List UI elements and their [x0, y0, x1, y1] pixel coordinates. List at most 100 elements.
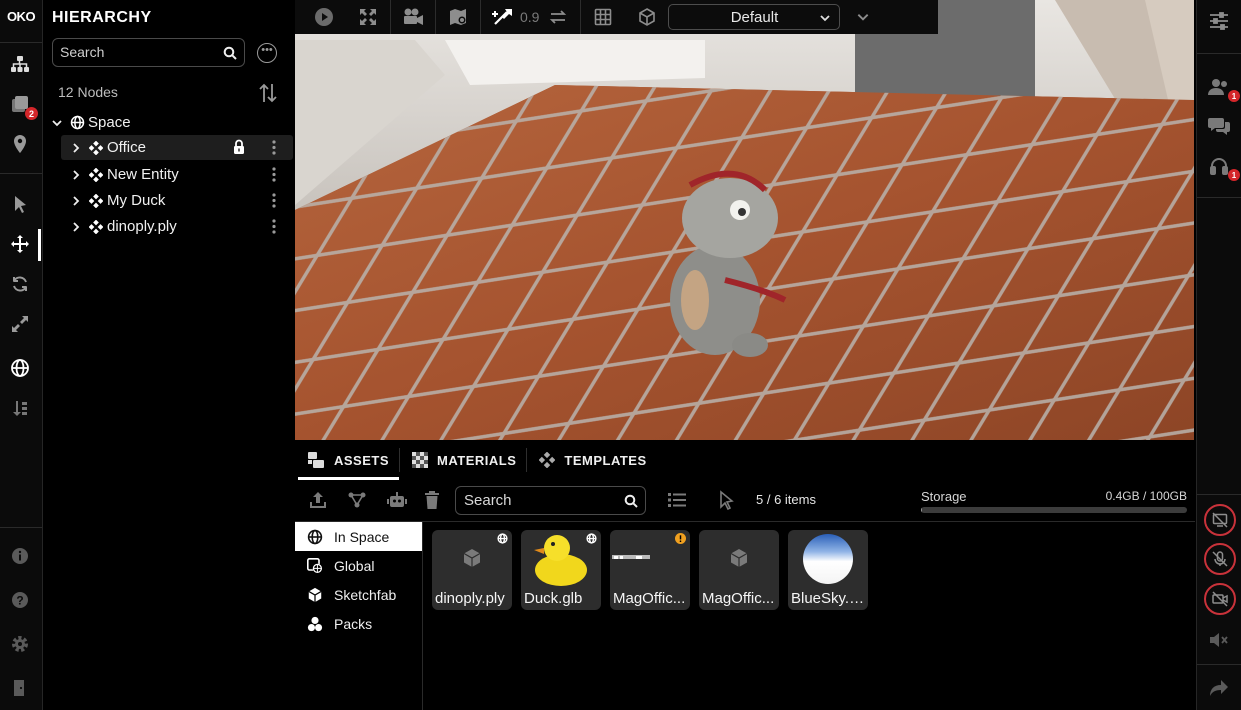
panel-title: HIERARCHY	[52, 9, 152, 26]
tab-templates[interactable]: TEMPLATES	[527, 440, 656, 480]
chevron-down-icon[interactable]	[50, 116, 64, 130]
tab-label: TEMPLATES	[564, 452, 647, 468]
fullscreen-icon[interactable]	[355, 4, 381, 30]
settings-icon[interactable]	[5, 629, 35, 659]
list-view-icon[interactable]	[667, 490, 687, 510]
screen-share-off-icon[interactable]	[1204, 504, 1236, 536]
storage-label: Storage	[921, 489, 967, 504]
grid-icon[interactable]	[590, 4, 616, 30]
sort-icon[interactable]	[5, 393, 35, 423]
asset-card[interactable]: BlueSky.gl...	[788, 530, 868, 610]
storage-value: 0.4GB / 100GB	[1105, 489, 1187, 503]
asset-card[interactable]: Duck.glb	[521, 530, 601, 610]
warning-icon	[675, 533, 686, 544]
hierarchy-search-input[interactable]	[60, 44, 210, 60]
node-graph-icon[interactable]	[347, 490, 367, 510]
chat-icon[interactable]	[1204, 111, 1234, 141]
kebab-menu-icon[interactable]	[272, 140, 276, 155]
tab-materials[interactable]: MATERIALS	[400, 440, 526, 480]
asset-card[interactable]: MagOffic...	[610, 530, 690, 610]
node-count: 12 Nodes	[58, 84, 118, 100]
tree-node-label: My Duck	[107, 192, 166, 209]
asset-search[interactable]	[455, 486, 646, 515]
asset-name: BlueSky.gl...	[791, 590, 866, 607]
box-icon	[306, 586, 323, 603]
asset-card[interactable]: MagOffic...	[699, 530, 779, 610]
asset-name: MagOffic...	[613, 590, 686, 607]
kebab-menu-icon[interactable]	[272, 193, 276, 208]
sort-toggle-icon[interactable]	[258, 82, 278, 104]
upload-icon[interactable]	[308, 490, 328, 510]
right-rail: 1 1	[1196, 0, 1241, 710]
scope-global[interactable]: Global	[295, 551, 422, 580]
tree-node-new-entity[interactable]: New Entity	[61, 162, 293, 187]
hierarchy-icon[interactable]	[5, 49, 35, 79]
mic-off-icon[interactable]	[1204, 543, 1236, 575]
kebab-menu-icon[interactable]	[272, 167, 276, 182]
entity-icon	[88, 193, 104, 209]
help-icon[interactable]: ?	[5, 585, 35, 615]
search-icon	[624, 494, 638, 508]
robot-icon[interactable]	[387, 490, 407, 510]
tree-node-dinoply[interactable]: dinoply.ply	[61, 214, 293, 239]
users-badge: 1	[1228, 90, 1240, 102]
map-marker-icon[interactable]	[445, 4, 471, 30]
globe-icon	[586, 533, 597, 544]
asset-scope-list: In Space Global Sketchfab Packs	[295, 522, 423, 710]
play-icon[interactable]	[311, 4, 337, 30]
scene-viewport[interactable]	[295, 0, 1194, 440]
hierarchy-search[interactable]	[52, 38, 245, 67]
snap-value[interactable]: 0.9	[520, 9, 539, 25]
asset-search-input[interactable]	[464, 492, 614, 509]
move-icon[interactable]	[5, 229, 35, 259]
camera-off-icon[interactable]	[1204, 583, 1236, 615]
tree-node-my-duck[interactable]: My Duck	[61, 188, 293, 213]
kebab-menu-icon[interactable]	[272, 219, 276, 234]
globe-icon[interactable]	[5, 353, 35, 383]
lock-icon[interactable]	[233, 139, 245, 154]
share-arrow-icon[interactable]	[1204, 673, 1234, 703]
toolbar-divider	[480, 0, 481, 34]
hierarchy-panel: HIERARCHY ••• 12 Nodes Space Office	[44, 0, 295, 710]
view-preset-value: Default	[730, 8, 779, 26]
pointer-icon[interactable]	[5, 189, 35, 219]
cube-icon[interactable]	[634, 4, 660, 30]
tree-node-label: Office	[107, 139, 146, 156]
tab-assets[interactable]: ASSETS	[295, 440, 400, 480]
packs-icon	[306, 615, 323, 632]
active-tool-indicator	[38, 229, 41, 261]
camera-icon[interactable]	[400, 4, 426, 30]
scope-packs[interactable]: Packs	[295, 609, 422, 638]
storage-bar-fill	[921, 507, 923, 513]
rail-divider	[1197, 494, 1241, 495]
globe-icon	[69, 115, 85, 131]
scale-icon[interactable]	[5, 309, 35, 339]
map-pin-icon[interactable]	[5, 129, 35, 159]
view-preset-select[interactable]: Default	[668, 4, 841, 30]
chevron-right-icon[interactable]	[69, 194, 83, 208]
speaker-mute-icon[interactable]	[1204, 625, 1234, 655]
collapse-toolbar-icon[interactable]	[850, 4, 876, 30]
checker-icon	[412, 452, 429, 468]
asset-card[interactable]: dinoply.ply	[432, 530, 512, 610]
audio-badge: 1	[1228, 169, 1240, 181]
chevron-right-icon[interactable]	[69, 168, 83, 182]
info-icon[interactable]	[5, 541, 35, 571]
exit-icon[interactable]	[5, 673, 35, 703]
tree-root-space[interactable]: Space	[44, 110, 293, 135]
search-icon	[223, 46, 237, 60]
sliders-icon[interactable]	[1204, 6, 1234, 36]
chevron-right-icon[interactable]	[69, 141, 83, 155]
scope-label: In Space	[334, 528, 390, 545]
scope-in-space[interactable]: In Space	[295, 522, 422, 551]
swap-icon[interactable]	[545, 4, 571, 30]
chevron-right-icon[interactable]	[69, 220, 83, 234]
entity-icon	[88, 140, 104, 156]
snap-icon[interactable]	[490, 4, 516, 30]
rotate-icon[interactable]	[5, 269, 35, 299]
tree-node-office[interactable]: Office	[61, 135, 293, 160]
trash-icon[interactable]	[424, 490, 440, 510]
scope-sketchfab[interactable]: Sketchfab	[295, 580, 422, 609]
more-options-icon[interactable]: •••	[257, 43, 277, 63]
select-pointer-icon[interactable]	[717, 490, 735, 510]
